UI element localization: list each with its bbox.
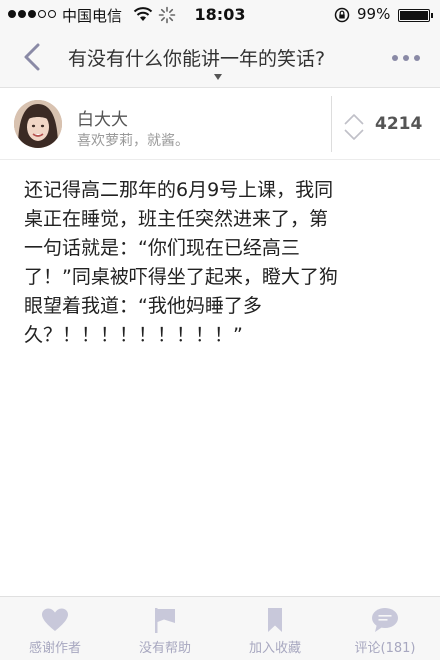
battery-level-fill <box>400 11 428 20</box>
rotation-lock-icon <box>334 7 350 23</box>
author-name[interactable]: 白大大 <box>77 105 128 130</box>
more-dots-icon[interactable] <box>392 55 420 61</box>
author-bio: 喜欢萝莉，就酱。 <box>77 133 189 149</box>
battery-percentage: 99% <box>357 5 391 23</box>
chevron-left-icon[interactable] <box>20 42 46 72</box>
comment-icon <box>372 608 398 632</box>
navigation-bar: 有没有什么你能讲一年的笑话? <box>0 30 440 88</box>
heart-icon <box>42 608 68 631</box>
add-favorite-label: 加入收藏 <box>248 641 301 656</box>
vote-arrows-icon[interactable] <box>343 112 365 142</box>
bookmark-icon <box>268 608 282 632</box>
status-bar: 中国电信 18:03 99% <box>0 0 440 30</box>
answer-line: 眼望着我道：“我他妈睡了多 <box>24 295 262 317</box>
answer-line: 桌正在睡觉，班主任突然进来了，第 <box>24 208 329 230</box>
caret-down-icon[interactable] <box>214 74 222 80</box>
comments-button[interactable]: 评论(181) <box>330 597 440 660</box>
answer-line: 一句话就是：“你们现在已经高三 <box>24 237 300 259</box>
divider <box>331 96 332 152</box>
avatar[interactable] <box>14 100 62 148</box>
answer-line: 还记得高二那年的6月9号上课，我同 <box>24 179 334 201</box>
comments-label: 评论(181) <box>354 641 416 656</box>
battery-icon <box>398 9 433 22</box>
not-helpful-button[interactable]: 没有帮助 <box>110 597 220 660</box>
bottom-toolbar: 感谢作者 没有帮助 加入收藏 评论(181) <box>0 596 440 660</box>
thank-author-button[interactable]: 感谢作者 <box>0 597 110 660</box>
vote-count: 4214 <box>375 114 423 134</box>
answer-line: 了！”同桌被吓得坐了起来，瞪大了狗 <box>24 266 338 288</box>
answer-line: 久？！！！！！！！！！” <box>24 324 243 346</box>
flag-icon <box>155 608 175 633</box>
author-info: 白大大 喜欢萝莉，就酱。 4214 <box>0 88 440 160</box>
question-title[interactable]: 有没有什么你能讲一年的笑话? <box>68 44 325 71</box>
not-helpful-label: 没有帮助 <box>138 641 191 656</box>
answer-content: 还记得高二那年的6月9号上课，我同 桌正在睡觉，班主任突然进来了，第 一句话就是… <box>24 176 408 350</box>
thank-author-label: 感谢作者 <box>28 641 81 656</box>
add-favorite-button[interactable]: 加入收藏 <box>220 597 330 660</box>
